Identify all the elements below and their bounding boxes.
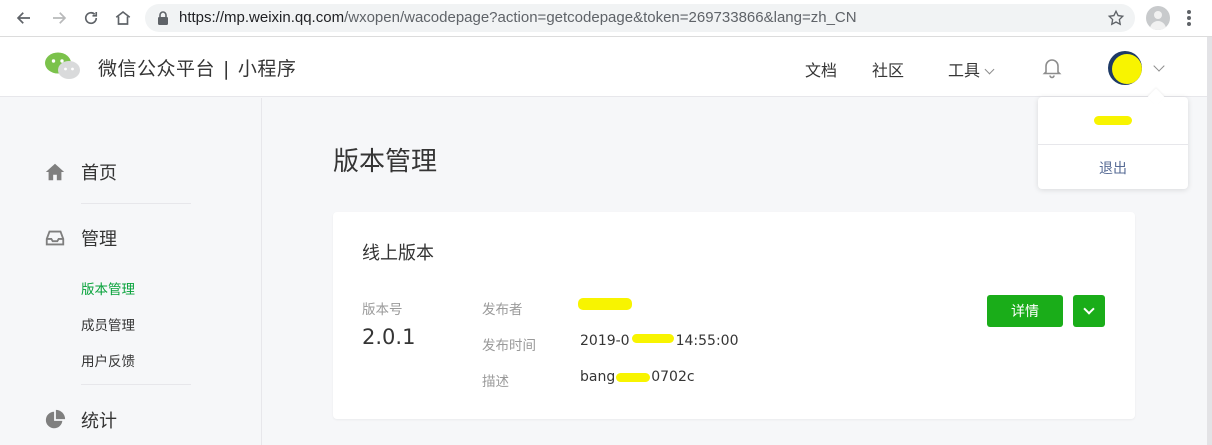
nav-tools[interactable]: 工具 bbox=[948, 57, 995, 81]
sidebar-item-label: 管理 bbox=[81, 229, 117, 250]
brand-separator: | bbox=[223, 58, 230, 80]
sidebar-item-stats[interactable]: 统计 bbox=[44, 407, 117, 433]
sidebar-item-manage[interactable]: 管理 bbox=[44, 225, 117, 251]
divider bbox=[81, 203, 191, 204]
version-number: 2.0.1 bbox=[362, 325, 416, 349]
kebab-menu-icon[interactable] bbox=[1183, 8, 1195, 28]
forward-arrow-icon[interactable] bbox=[48, 7, 70, 29]
pie-chart-icon bbox=[45, 409, 66, 429]
publish-time-redacted bbox=[631, 334, 674, 343]
description-label: 描述 bbox=[482, 374, 509, 390]
publish-time-start: 2019-0 bbox=[580, 333, 630, 349]
chevron-down-icon bbox=[984, 64, 995, 75]
account-dropdown: 退出 bbox=[1038, 97, 1188, 189]
bell-icon[interactable] bbox=[1040, 55, 1064, 79]
browser-toolbar: https://mp.weixin.qq.com/wxopen/wacodepa… bbox=[0, 0, 1212, 37]
publisher-redacted bbox=[578, 298, 632, 310]
scrollbar-edge bbox=[1207, 37, 1212, 445]
back-arrow-icon[interactable] bbox=[13, 7, 35, 29]
sidebar-item-feedback[interactable]: 用户反馈 bbox=[81, 350, 135, 370]
home-icon bbox=[45, 163, 65, 181]
page-title: 版本管理 bbox=[333, 147, 438, 177]
account-name-redacted bbox=[1038, 111, 1188, 131]
product-name: 小程序 bbox=[237, 58, 297, 80]
nav-tools-label: 工具 bbox=[948, 61, 981, 80]
address-bar[interactable]: https://mp.weixin.qq.com/wxopen/wacodepa… bbox=[145, 4, 1135, 32]
wechat-logo-icon[interactable] bbox=[44, 51, 82, 81]
publish-time-value: 2019-0 14:55:00 bbox=[580, 333, 738, 349]
sidebar: 首页 管理 版本管理 成员管理 用户反馈 统计 bbox=[0, 98, 262, 445]
brand-title[interactable]: 微信公众平台 | 小程序 bbox=[98, 54, 296, 81]
more-actions-button[interactable] bbox=[1073, 295, 1105, 327]
url-text[interactable]: https://mp.weixin.qq.com/wxopen/wacodepa… bbox=[179, 9, 857, 26]
description-redacted bbox=[616, 373, 651, 382]
description-end: 0702c bbox=[651, 369, 695, 385]
avatar[interactable] bbox=[1108, 51, 1142, 85]
chevron-down-icon bbox=[1083, 303, 1095, 315]
sidebar-item-label: 首页 bbox=[81, 163, 117, 184]
description-start: bang bbox=[580, 369, 616, 385]
sidebar-item-home[interactable]: 首页 bbox=[44, 159, 117, 185]
nav-docs[interactable]: 文档 bbox=[805, 57, 837, 81]
divider bbox=[81, 384, 191, 385]
card-title: 线上版本 bbox=[362, 243, 434, 264]
version-label: 版本号 bbox=[362, 302, 403, 318]
url-host: https://mp.weixin.qq.com bbox=[179, 9, 345, 26]
brand-name: 微信公众平台 bbox=[98, 58, 216, 80]
detail-button[interactable]: 详情 bbox=[987, 295, 1063, 327]
url-path: /wxopen/wacodepage?action=getcodepage&to… bbox=[344, 9, 857, 26]
divider bbox=[1038, 144, 1188, 145]
nav-community[interactable]: 社区 bbox=[872, 57, 904, 81]
site-header: 微信公众平台 | 小程序 文档 社区 工具 bbox=[0, 37, 1212, 97]
sidebar-item-version-manage[interactable]: 版本管理 bbox=[81, 278, 135, 298]
home-icon[interactable] bbox=[112, 7, 134, 29]
sidebar-item-member-manage[interactable]: 成员管理 bbox=[81, 314, 135, 334]
star-icon[interactable] bbox=[1107, 9, 1125, 27]
version-card: 线上版本 版本号 2.0.1 发布者 发布时间 2019-0 14:55:00 描… bbox=[333, 212, 1135, 419]
publish-time-end: 14:55:00 bbox=[675, 333, 739, 349]
reload-icon[interactable] bbox=[80, 7, 102, 29]
inbox-icon bbox=[45, 230, 65, 246]
publish-time-label: 发布时间 bbox=[482, 338, 536, 354]
sidebar-item-label: 统计 bbox=[81, 411, 117, 432]
logout-link[interactable]: 退出 bbox=[1038, 158, 1188, 178]
publisher-label: 发布者 bbox=[482, 302, 523, 318]
chevron-down-icon[interactable] bbox=[1153, 60, 1165, 72]
description-value: bang 0702c bbox=[580, 369, 695, 385]
profile-icon[interactable] bbox=[1146, 6, 1170, 30]
lock-icon[interactable] bbox=[155, 10, 171, 26]
